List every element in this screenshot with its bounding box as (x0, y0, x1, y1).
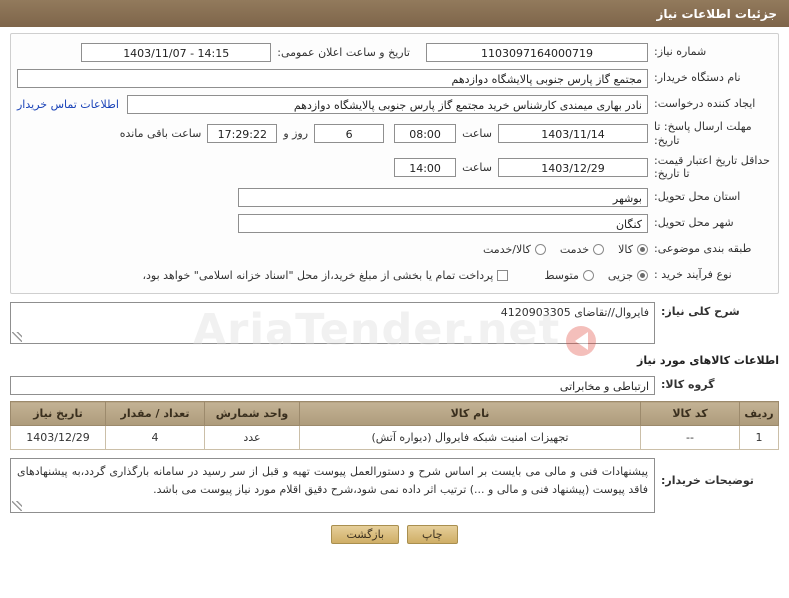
remaining-time-value: 17:29:22 (207, 124, 278, 144)
buyer-org-value[interactable]: مجتمع گاز پارس جنوبی پالایشگاه دوازدهم (17, 68, 648, 88)
goods-section-title: اطلاعات کالاهای مورد نیاز (637, 354, 779, 367)
subject-option-khedmat[interactable]: خدمت (559, 242, 605, 256)
th-item-code: کد کالا (640, 401, 740, 426)
th-unit: واحد شمارش (204, 401, 300, 426)
table-row: 1 -- تجهیزات امنیت شبکه فایروال (دیواره … (10, 425, 779, 450)
th-need-date: تاریخ نیاز (10, 401, 106, 426)
subject-option-label: خدمت (559, 242, 590, 256)
cell-item-code: -- (640, 425, 740, 450)
table-header-row: ردیف کد کالا نام کالا واحد شمارش تعداد /… (10, 401, 779, 426)
summary-label: شرح کلی نیاز: (661, 305, 740, 318)
price-validity-date-value[interactable]: 1403/12/29 (498, 157, 648, 177)
subject-options: کالا خدمت کالا/خدمت (469, 243, 648, 256)
row-need-number: شماره نیاز: 1103097164000719 تاریخ و ساع… (17, 42, 772, 62)
price-validity-hour-label: ساعت (462, 160, 492, 174)
payment-treasury-label: پرداخت تمام یا بخشی از مبلغ خرید،از محل … (142, 268, 494, 282)
announce-datetime-value[interactable]: 1403/11/07 - 14:15 (81, 42, 272, 62)
summary-text: فایروال//تقاضای 4120903305 (500, 306, 649, 319)
notes-section: توضیحات خریدار: پیشنهادات فنی و مالی می … (10, 458, 779, 513)
row-requester: ایجاد کننده درخواست: نادر بهاری میمندی ک… (17, 94, 772, 114)
subject-option-label: کالا/خدمت (483, 242, 531, 256)
remaining-days-value: 6 (314, 124, 385, 144)
need-number-label: شماره نیاز: (654, 45, 707, 59)
summary-section: شرح کلی نیاز: فایروال//تقاضای 4120903305 (10, 302, 779, 344)
checkbox-icon[interactable] (497, 269, 509, 281)
radio-icon[interactable] (582, 269, 594, 281)
deadline-hour-label: ساعت (462, 127, 492, 141)
footer-buttons: چاپ بازگشت (10, 519, 779, 544)
price-validity-hour-value[interactable]: 14:00 (394, 157, 457, 177)
row-process-type: نوع فرآیند خرید : جزیی متوسط پرداخت تمام… (17, 265, 772, 285)
buyer-contact-link[interactable]: اطلاعات تماس خریدار (17, 98, 127, 111)
need-number-value[interactable]: 1103097164000719 (426, 42, 648, 62)
print-button[interactable]: چاپ (407, 525, 458, 544)
process-option-label: جزیی (607, 268, 633, 282)
city-value[interactable]: کنگان (238, 213, 648, 233)
requester-label: ایجاد کننده درخواست: (654, 97, 756, 111)
process-label: نوع فرآیند خرید : (654, 268, 732, 282)
page-body: AriaTender.net شماره نیاز: 1103097164000… (0, 27, 789, 544)
notes-label: توضیحات خریدار: (661, 474, 754, 487)
remaining-suffix-label: ساعت باقی مانده (119, 127, 202, 141)
subject-option-kala-khedmat[interactable]: کالا/خدمت (483, 243, 546, 256)
back-button[interactable]: بازگشت (331, 525, 400, 544)
process-option-motavasset[interactable]: متوسط (544, 269, 594, 282)
th-item-name: نام کالا (299, 401, 641, 426)
need-info-panel: شماره نیاز: 1103097164000719 تاریخ و ساع… (10, 33, 779, 294)
subject-option-label: کالا (618, 242, 633, 256)
radio-icon[interactable] (593, 243, 605, 255)
row-buyer-org: نام دستگاه خریدار: مجتمع گاز پارس جنوبی … (17, 68, 772, 88)
province-label: استان محل تحویل: (654, 190, 741, 204)
row-city: شهر محل تحویل: کنگان (17, 213, 772, 233)
payment-treasury-checkbox-group[interactable]: پرداخت تمام یا بخشی از مبلغ خرید،از محل … (142, 268, 509, 282)
province-value[interactable]: بوشهر (238, 187, 648, 207)
cell-row-number: 1 (739, 425, 779, 450)
cell-quantity: 4 (105, 425, 205, 450)
subject-option-kala[interactable]: کالا (618, 243, 648, 256)
resize-handle[interactable] (12, 501, 22, 511)
deadline-hour-value[interactable]: 08:00 (394, 124, 457, 144)
goods-group-value[interactable]: ارتباطی و مخابراتی (10, 375, 655, 395)
page-header: جزئیات اطلاعات نیاز (0, 0, 789, 27)
cell-unit: عدد (204, 425, 300, 450)
notes-value[interactable]: پیشنهادات فنی و مالی می بایست بر اساس شر… (10, 458, 655, 513)
notes-text: پیشنهادات فنی و مالی می بایست بر اساس شر… (17, 465, 648, 496)
th-quantity: تعداد / مقدار (105, 401, 205, 426)
radio-icon[interactable] (534, 243, 546, 255)
price-validity-label: حداقل تاریخ اعتبار قیمت: تا تاریخ: (654, 153, 770, 181)
row-goods-group: گروه کالا: ارتباطی و مخابراتی (10, 375, 779, 395)
cell-item-name: تجهیزات امنیت شبکه فایروال (دیواره آتش) (299, 425, 641, 450)
row-price-validity: حداقل تاریخ اعتبار قیمت: تا تاریخ: 1403/… (17, 154, 772, 182)
process-option-jozii[interactable]: جزیی (608, 269, 648, 282)
radio-icon[interactable] (637, 269, 648, 281)
summary-value[interactable]: فایروال//تقاضای 4120903305 (10, 302, 655, 344)
radio-icon[interactable] (637, 243, 648, 255)
resize-handle[interactable] (12, 332, 22, 342)
process-option-label: متوسط (544, 268, 579, 282)
cell-need-date: 1403/12/29 (10, 425, 106, 450)
subject-label: طبقه بندی موضوعی: (654, 242, 752, 256)
requester-value[interactable]: نادر بهاری میمندی کارشناس خرید مجتمع گاز… (126, 94, 648, 114)
deadline-label: مهلت ارسال پاسخ: تا تاریخ: (654, 120, 752, 147)
row-subject-classification: طبقه بندی موضوعی: کالا خدمت کالا/خدمت (17, 239, 772, 259)
row-province: استان محل تحویل: بوشهر (17, 187, 772, 207)
remaining-days-label: روز و (283, 127, 309, 141)
deadline-date-value[interactable]: 1403/11/14 (498, 124, 648, 144)
goods-table: ردیف کد کالا نام کالا واحد شمارش تعداد /… (10, 401, 779, 450)
process-options: جزیی متوسط پرداخت تمام یا بخشی از مبلغ خ… (128, 269, 648, 282)
goods-group-label: گروه کالا: (661, 378, 715, 392)
announce-datetime-label: تاریخ و ساعت اعلان عمومی: (277, 45, 410, 59)
buyer-org-label: نام دستگاه خریدار: (654, 71, 741, 85)
page-title: جزئیات اطلاعات نیاز (656, 6, 777, 21)
row-deadline: مهلت ارسال پاسخ: تا تاریخ: 1403/11/14 سا… (17, 120, 772, 148)
th-row-number: ردیف (739, 401, 779, 426)
city-label: شهر محل تحویل: (654, 216, 734, 230)
